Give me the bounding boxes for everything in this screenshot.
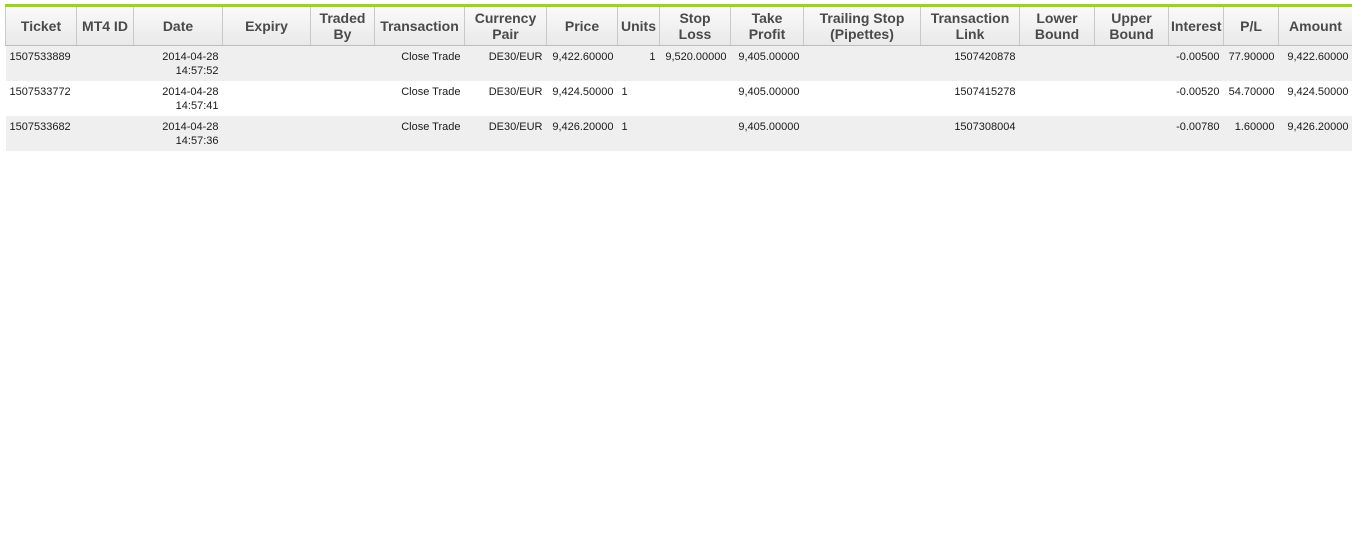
- header-row: Ticket MT4 ID Date Expiry Traded By Tran…: [5, 7, 1352, 46]
- cell-date: 2014-04-28 14:57:36: [133, 116, 223, 151]
- cell-interest: -0.00780: [1168, 116, 1224, 151]
- column-header-stop-loss[interactable]: Stop Loss: [659, 7, 731, 46]
- cell-ticket: 1507533772: [5, 81, 77, 116]
- column-header-ticket[interactable]: Ticket: [5, 7, 77, 46]
- column-header-expiry[interactable]: Expiry: [222, 7, 311, 46]
- cell-take-profit: 9,405.00000: [730, 45, 804, 81]
- cell-units: 1: [617, 81, 660, 116]
- cell-expiry: [222, 45, 311, 81]
- cell-interest: -0.00500: [1168, 45, 1224, 81]
- cell-ticket: 1507533682: [5, 116, 77, 151]
- cell-traded-by: [310, 45, 375, 81]
- column-header-units[interactable]: Units: [617, 7, 660, 46]
- cell-price: 9,426.20000: [546, 116, 618, 151]
- cell-pl: 1.60000: [1223, 116, 1279, 151]
- cell-trailing-stop: [803, 116, 921, 151]
- cell-traded-by: [310, 81, 375, 116]
- cell-mt4-id: [76, 45, 134, 81]
- table-row[interactable]: 1507533772 2014-04-28 14:57:41 Close Trad…: [5, 81, 1352, 116]
- cell-stop-loss: 9,520.00000: [659, 45, 731, 81]
- cell-price: 9,424.50000: [546, 81, 618, 116]
- column-header-interest[interactable]: Interest: [1168, 7, 1224, 46]
- transactions-table: Ticket MT4 ID Date Expiry Traded By Tran…: [5, 7, 1352, 151]
- table-row[interactable]: 1507533682 2014-04-28 14:57:36 Close Trad…: [5, 116, 1352, 151]
- cell-expiry: [222, 116, 311, 151]
- cell-date: 2014-04-28 14:57:52: [133, 45, 223, 81]
- cell-take-profit: 9,405.00000: [730, 116, 804, 151]
- cell-upper-bound: [1094, 45, 1169, 81]
- cell-lower-bound: [1019, 116, 1095, 151]
- column-header-transaction[interactable]: Transaction: [374, 7, 465, 46]
- cell-transaction-link: 1507308004: [920, 116, 1020, 151]
- cell-units: 1: [617, 116, 660, 151]
- column-header-amount[interactable]: Amount: [1278, 7, 1352, 46]
- column-header-currency-pair[interactable]: Currency Pair: [464, 7, 547, 46]
- column-header-take-profit[interactable]: Take Profit: [730, 7, 804, 46]
- cell-transaction-link: 1507420878: [920, 45, 1020, 81]
- column-header-upper-bound[interactable]: Upper Bound: [1094, 7, 1169, 46]
- cell-traded-by: [310, 116, 375, 151]
- cell-date-time: 14:57:36: [175, 135, 219, 147]
- cell-date: 2014-04-28 14:57:41: [133, 81, 223, 116]
- column-header-traded-by[interactable]: Traded By: [310, 7, 375, 46]
- column-header-date[interactable]: Date: [133, 7, 223, 46]
- cell-amount: 9,422.60000: [1278, 45, 1352, 81]
- cell-transaction: Close Trade: [374, 116, 465, 151]
- cell-lower-bound: [1019, 45, 1095, 81]
- cell-ticket: 1507533889: [5, 45, 77, 81]
- cell-trailing-stop: [803, 45, 921, 81]
- cell-price: 9,422.60000: [546, 45, 618, 81]
- column-header-transaction-link[interactable]: Transaction Link: [920, 7, 1020, 46]
- cell-currency-pair: DE30/EUR: [464, 116, 547, 151]
- cell-amount: 9,426.20000: [1278, 116, 1352, 151]
- cell-stop-loss: [659, 81, 731, 116]
- cell-mt4-id: [76, 81, 134, 116]
- cell-date-day: 2014-04-28: [162, 51, 219, 63]
- column-header-lower-bound[interactable]: Lower Bound: [1019, 7, 1095, 46]
- cell-interest: -0.00520: [1168, 81, 1224, 116]
- cell-take-profit: 9,405.00000: [730, 81, 804, 116]
- cell-date-day: 2014-04-28: [162, 86, 219, 98]
- cell-currency-pair: DE30/EUR: [464, 81, 547, 116]
- column-header-trailing-stop[interactable]: Trailing Stop (Pipettes): [803, 7, 921, 46]
- cell-date-time: 14:57:52: [175, 65, 219, 77]
- cell-amount: 9,424.50000: [1278, 81, 1352, 116]
- cell-lower-bound: [1019, 81, 1095, 116]
- column-header-mt4-id[interactable]: MT4 ID: [76, 7, 134, 46]
- cell-pl: 54.70000: [1223, 81, 1279, 116]
- cell-pl: 77.90000: [1223, 45, 1279, 81]
- cell-stop-loss: [659, 116, 731, 151]
- table-row[interactable]: 1507533889 2014-04-28 14:57:52 Close Trad…: [5, 45, 1352, 81]
- cell-currency-pair: DE30/EUR: [464, 45, 547, 81]
- cell-transaction-link: 1507415278: [920, 81, 1020, 116]
- cell-upper-bound: [1094, 81, 1169, 116]
- cell-upper-bound: [1094, 116, 1169, 151]
- transactions-panel: Ticket MT4 ID Date Expiry Traded By Tran…: [5, 4, 1352, 151]
- cell-expiry: [222, 81, 311, 116]
- cell-trailing-stop: [803, 81, 921, 116]
- column-header-price[interactable]: Price: [546, 7, 618, 46]
- cell-date-time: 14:57:41: [175, 100, 219, 112]
- column-header-pl[interactable]: P/L: [1223, 7, 1279, 46]
- cell-transaction: Close Trade: [374, 45, 465, 81]
- cell-transaction: Close Trade: [374, 81, 465, 116]
- cell-mt4-id: [76, 116, 134, 151]
- cell-date-day: 2014-04-28: [162, 121, 219, 133]
- cell-units: 1: [617, 45, 660, 81]
